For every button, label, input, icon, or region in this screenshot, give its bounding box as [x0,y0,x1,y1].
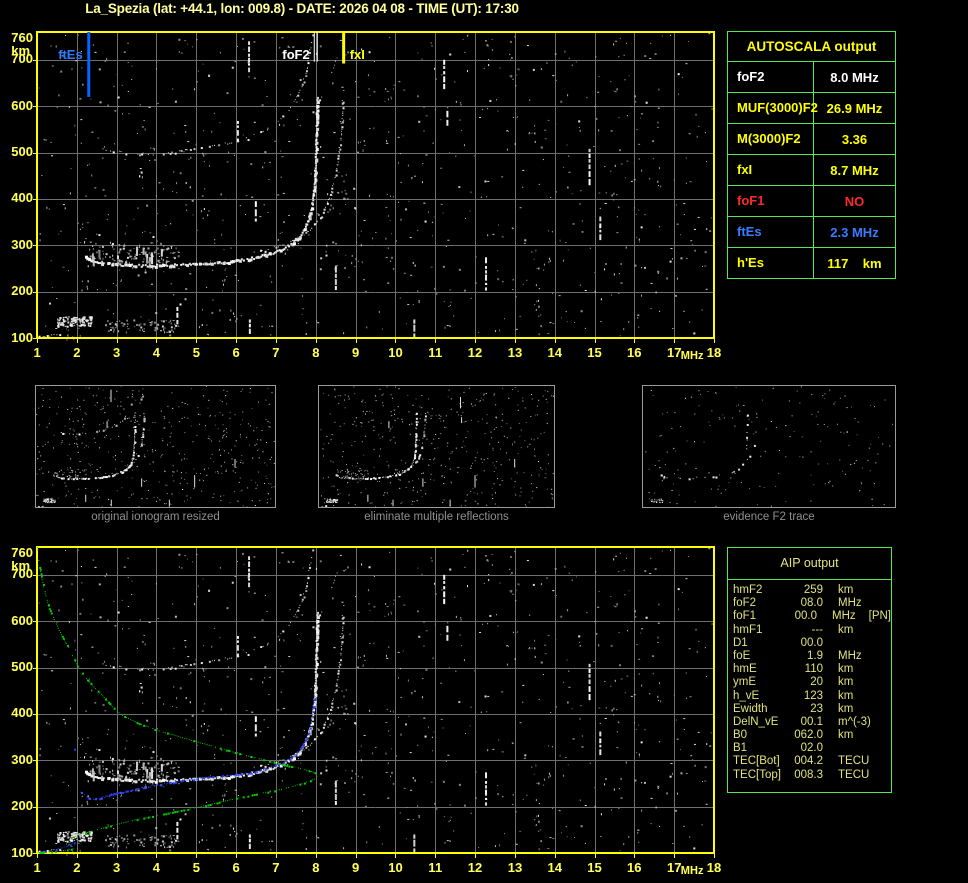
thumbnail-eliminate-reflections [318,385,555,508]
table-row: fxI 8.7 MHz [728,155,895,186]
table-row: M(3000)F2 3.36 [728,124,895,155]
table-row: MUF(3000)F2 26.9 MHz [728,93,895,124]
list-item: ymE 20 km [733,676,854,689]
autoscala-table-header: AUTOSCALA output [728,32,895,62]
thumbnail-caption: evidence F2 trace [723,511,815,523]
list-item: hmF2 259 km [733,584,854,596]
list-item: h_vE 123 km [733,689,854,702]
list-item: B1 02.0 [733,742,823,755]
list-item: TEC[Top] 008.3 TECU [733,768,870,781]
list-item: Ewidth 23 km [733,702,854,715]
aip-output-table: AIP output hmF2 259 km foF2 08.0 MHz foF1 00.… [727,547,892,793]
list-item: DelN_vE 00.1 m^(-3) [733,715,871,728]
aip-table-header: AIP output [728,548,891,580]
list-item: hmF1 --- km [733,623,854,636]
thumbnail-caption: eliminate multiple reflections [364,511,509,523]
aip-table-rows: hmF2 259 km foF2 08.0 MHz foF1 00.0 MHz [PN] hm… [728,580,891,782]
table-row: ftEs 2.3 MHz [728,217,895,248]
table-row: foF1 NO [728,186,895,217]
thumbnail-original-ionogram [35,385,276,508]
list-item: TEC[Bot] 004.2 TECU [733,755,870,768]
ionogram-plot-canvas [0,18,732,370]
list-item: hmE 110 km [733,663,854,676]
list-item: foF2 08.0 MHz [733,597,862,610]
autoscala-output-table: AUTOSCALA output foF2 8.0 MHz MUF(3000)F2… [727,31,896,279]
thumbnail-evidence-f2-trace [642,385,896,508]
table-row: h'Es 117 km [728,248,895,278]
station-title: La_Spezia (lat: +44.1, lon: 009.8) - DAT… [85,1,519,16]
thumbnail-caption: original ionogram resized [91,511,220,523]
autoscala-window: La_Spezia (lat: +44.1, lon: 009.8) - DAT… [0,0,968,883]
profile-plot-canvas [0,533,732,883]
table-row: foF2 8.0 MHz [728,62,895,93]
list-item: D1 00.0 [733,636,823,649]
list-item: foF1 00.0 MHz [PN] [733,610,891,623]
list-item: foE 1.9 MHz [733,649,862,662]
list-item: B0 062.0 km [733,729,854,742]
